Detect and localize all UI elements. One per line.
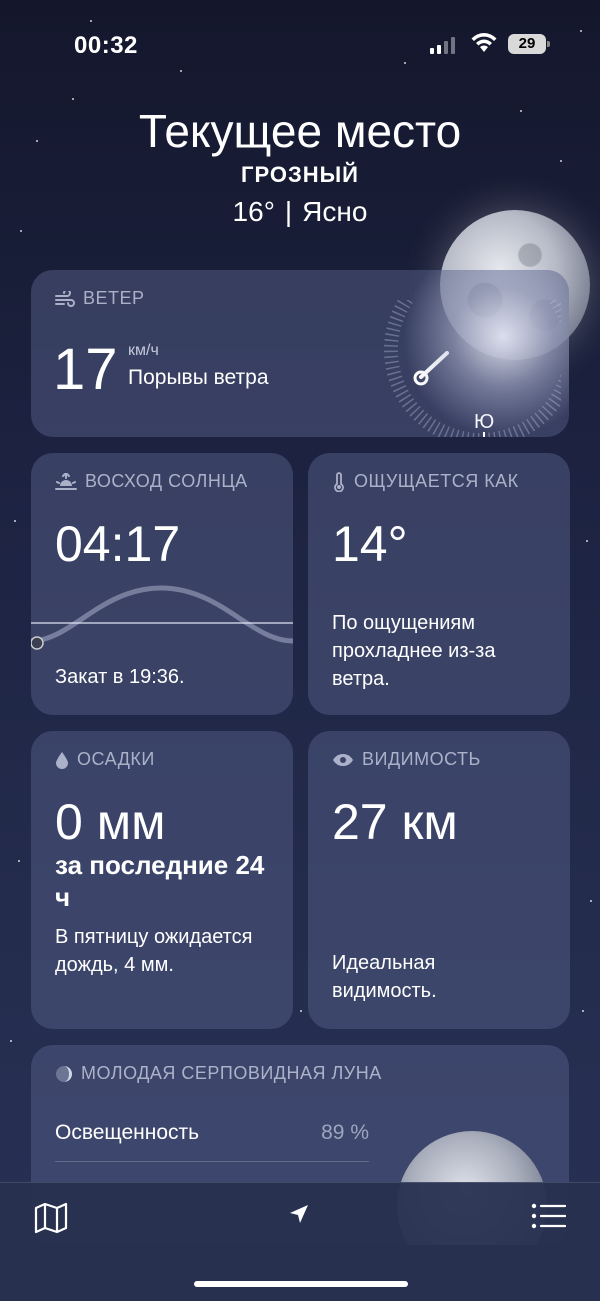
feels-like-card-label: ОЩУЩАЕТСЯ КАК	[332, 471, 519, 492]
precipitation-forecast: В пятницу ожидается дождь, 4 мм.	[55, 926, 253, 976]
cellular-signal-icon	[430, 36, 455, 54]
illumination-row: Освещенность 89 %	[55, 1121, 369, 1145]
wind-speed-unit: км/ч	[128, 342, 159, 359]
bottom-toolbar	[0, 1182, 600, 1301]
moon-phase-icon	[56, 1065, 72, 1082]
precipitation-period: за последние 24 ч	[55, 850, 265, 912]
city-name: ГРОЗНЫЙ	[241, 162, 359, 187]
sunrise-icon	[55, 472, 77, 490]
location-arrow-icon[interactable]	[288, 1203, 310, 1225]
illumination-value: 89 %	[321, 1121, 369, 1144]
visibility-description: Идеальная видимость.	[332, 952, 437, 1002]
feels-like-description: По ощущениям прохладнее из-за ветра.	[332, 612, 496, 690]
wind-card[interactable]: ВЕТЕР 17 км/ч Порывы ветра Ю	[31, 270, 569, 437]
feels-like-card[interactable]: ОЩУЩАЕТСЯ КАК 14° По ощущениям прохладне…	[308, 453, 570, 715]
sunrise-label-text: ВОСХОД СОЛНЦА	[85, 471, 248, 491]
status-time: 00:32	[74, 32, 138, 59]
precipitation-card[interactable]: ОСАДКИ 0 мм за последние 24 ч В пятницу …	[31, 731, 293, 1029]
visibility-card[interactable]: ВИДИМОСТЬ 27 км Идеальная видимость.	[308, 731, 570, 1029]
map-icon[interactable]	[34, 1201, 68, 1235]
list-icon[interactable]	[530, 1201, 566, 1231]
raindrop-icon	[56, 751, 68, 769]
sunrise-time: 04:17	[55, 516, 181, 572]
precipitation-label-text: ОСАДКИ	[77, 749, 155, 769]
eye-icon	[333, 753, 353, 766]
wind-description: Порывы ветра	[128, 366, 269, 389]
sunset-text: Закат в 19:36.	[55, 666, 185, 688]
wind-card-label: ВЕТЕР	[55, 288, 145, 309]
moon-label-text: МОЛОДАЯ СЕРПОВИДНАЯ ЛУНА	[81, 1063, 382, 1083]
wind-speed-value: 17	[53, 337, 118, 402]
sunrise-card-label: ВОСХОД СОЛНЦА	[55, 471, 248, 492]
feels-like-value: 14°	[332, 516, 408, 572]
precipitation-card-label: ОСАДКИ	[55, 749, 155, 770]
wind-label-text: ВЕТЕР	[83, 288, 145, 308]
weather-condition: Ясно	[302, 196, 368, 227]
wifi-icon	[471, 33, 497, 52]
precipitation-value: 0 мм	[55, 794, 166, 850]
thermometer-icon	[334, 471, 344, 492]
battery-indicator: 29	[508, 34, 550, 54]
wind-icon	[55, 290, 75, 307]
row-divider	[55, 1161, 369, 1162]
current-temperature: 16°	[232, 196, 275, 227]
location-title: Текущее место	[138, 105, 462, 157]
illumination-label: Освещенность	[55, 1121, 200, 1144]
visibility-card-label: ВИДИМОСТЬ	[332, 749, 481, 770]
current-conditions: 16° | Ясно	[0, 196, 600, 228]
visibility-label-text: ВИДИМОСТЬ	[362, 749, 481, 769]
home-indicator[interactable]	[194, 1281, 408, 1287]
visibility-value: 27 км	[332, 794, 458, 850]
moon-glow-overlay	[401, 270, 569, 437]
moon-card-label: МОЛОДАЯ СЕРПОВИДНАЯ ЛУНА	[55, 1063, 382, 1084]
sun-path-graph	[31, 585, 293, 650]
feels-like-label-text: ОЩУЩАЕТСЯ КАК	[354, 471, 519, 491]
status-bar: 00:32 29	[0, 28, 600, 64]
separator: |	[284, 196, 293, 227]
sunrise-card[interactable]: ВОСХОД СОЛНЦА 04:17 Закат в 19:36.	[31, 453, 293, 715]
